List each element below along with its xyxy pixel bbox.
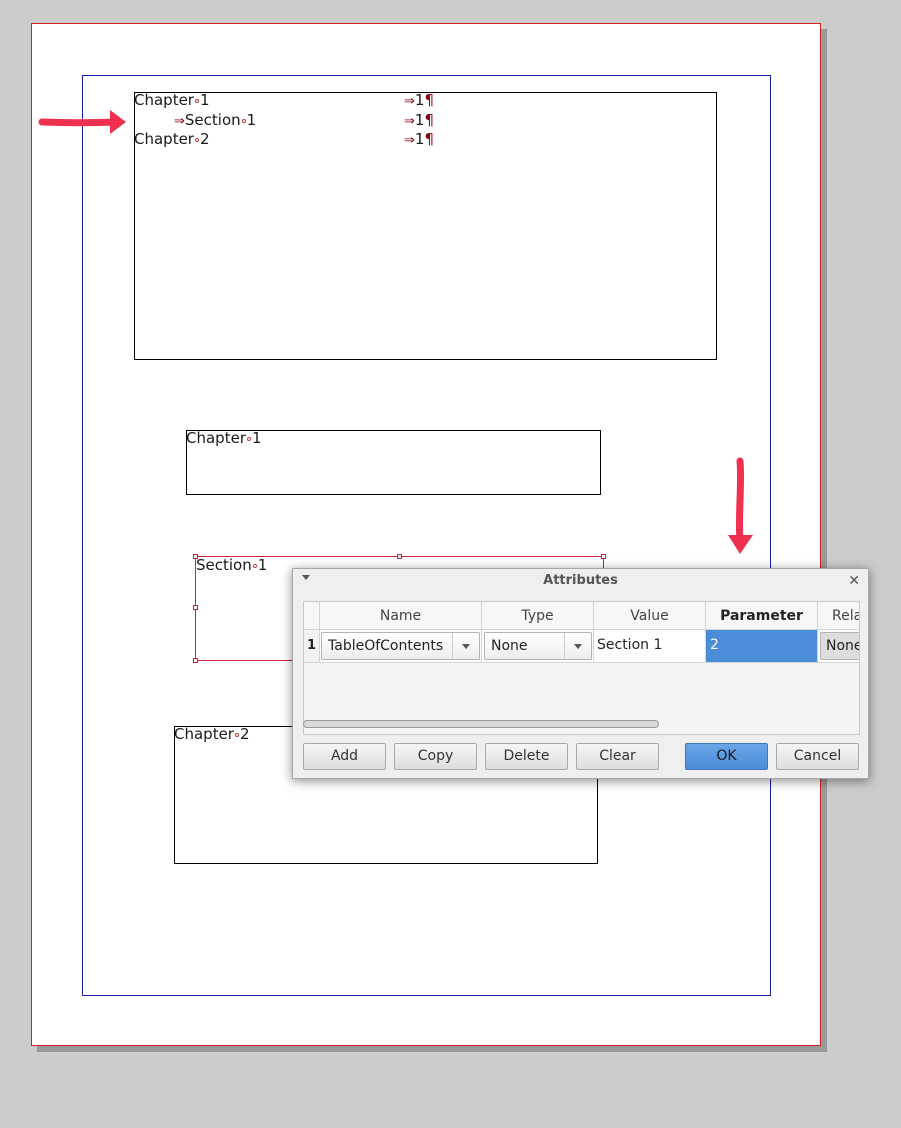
copy-button[interactable]: Copy — [394, 743, 477, 770]
space-mark-icon — [194, 98, 199, 103]
toc-entry-number: 1 — [199, 91, 210, 109]
cell-relationship[interactable]: None — [818, 630, 860, 663]
space-mark-icon — [252, 563, 257, 568]
annotation-arrow-right-icon — [38, 110, 126, 134]
frame-number: 2 — [239, 725, 250, 743]
toc-entry-chapter2: Chapter 2 — [134, 130, 210, 149]
name-value: TableOfContents — [328, 638, 444, 654]
attributes-table[interactable]: Name Type Value Parameter Rela 1 TableOf… — [303, 601, 860, 735]
frame-number: 1 — [251, 429, 262, 447]
resize-handle[interactable] — [193, 605, 198, 610]
toc-entry-text: Chapter — [134, 91, 194, 109]
toc-entry-text: Chapter — [134, 130, 194, 148]
frame-text: Chapter — [174, 725, 234, 743]
cell-parameter-selected[interactable]: 2 — [706, 630, 818, 663]
delete-button[interactable]: Delete — [485, 743, 568, 770]
cancel-button[interactable]: Cancel — [776, 743, 859, 770]
dialog-titlebar[interactable]: Attributes ✕ — [293, 569, 868, 593]
frame-text-section1: Section 1 — [196, 556, 267, 575]
column-header-name[interactable]: Name — [320, 602, 482, 630]
dialog-title: Attributes — [543, 573, 618, 588]
chevron-down-icon[interactable] — [564, 633, 591, 659]
toc-page-ref-1: ⇒1¶ — [404, 91, 434, 111]
toc-entry-text: Section — [184, 111, 241, 129]
cell-name[interactable]: TableOfContents — [320, 630, 482, 663]
window-menu-icon[interactable] — [302, 575, 310, 580]
pilcrow-icon: ¶ — [424, 91, 434, 109]
add-button[interactable]: Add — [303, 743, 386, 770]
tab-arrow-icon: ⇒ — [404, 114, 415, 129]
cell-type[interactable]: None — [482, 630, 594, 663]
column-header-relationship[interactable]: Rela — [818, 602, 859, 630]
column-header-value[interactable]: Value — [594, 602, 706, 630]
frame-text-chapter1: Chapter 1 — [186, 429, 262, 448]
resize-handle[interactable] — [397, 554, 402, 559]
toc-page-ref-3: ⇒1¶ — [404, 130, 434, 150]
annotation-arrow-down-icon — [728, 457, 753, 554]
toc-page-ref-2: ⇒1¶ — [404, 111, 434, 131]
attributes-dialog: Attributes ✕ Name Type Value Parameter R… — [292, 568, 869, 779]
tab-arrow-icon: ⇒ — [404, 94, 415, 109]
cell-value[interactable]: Section 1 — [594, 630, 706, 663]
chevron-down-icon[interactable] — [452, 633, 479, 659]
row-header-corner — [304, 602, 320, 630]
space-mark-icon — [241, 118, 246, 123]
toc-entry-chapter1: Chapter 1 — [134, 91, 210, 110]
frame-text: Section — [196, 556, 252, 574]
relationship-value: None — [826, 638, 860, 654]
close-icon[interactable]: ✕ — [848, 571, 860, 591]
row-number: 1 — [304, 630, 320, 663]
pilcrow-icon: ¶ — [424, 130, 434, 148]
type-value: None — [491, 638, 528, 654]
toc-entry-section1: ⇒Section 1 — [174, 111, 256, 131]
type-combobox[interactable]: None — [484, 632, 592, 660]
frame-text: Chapter — [186, 429, 246, 447]
column-header-type[interactable]: Type — [482, 602, 594, 630]
pilcrow-icon: ¶ — [424, 111, 434, 129]
ok-button[interactable]: OK — [685, 743, 768, 770]
resize-handle[interactable] — [193, 658, 198, 663]
toc-entry-number: 1 — [246, 111, 257, 129]
toc-entry-number: 2 — [199, 130, 210, 148]
space-mark-icon — [246, 436, 251, 441]
column-header-parameter[interactable]: Parameter — [706, 602, 818, 630]
horizontal-scrollbar[interactable] — [303, 720, 659, 728]
name-combobox[interactable]: TableOfContents — [321, 632, 480, 660]
clear-button[interactable]: Clear — [576, 743, 659, 770]
tab-arrow-icon: ⇒ — [174, 114, 185, 129]
resize-handle[interactable] — [601, 554, 606, 559]
relationship-combobox[interactable]: None — [820, 632, 860, 660]
tab-arrow-icon: ⇒ — [404, 133, 415, 148]
frame-text-chapter2: Chapter 2 — [174, 725, 250, 744]
space-mark-icon — [234, 732, 239, 737]
frame-number: 1 — [257, 556, 268, 574]
space-mark-icon — [194, 137, 199, 142]
